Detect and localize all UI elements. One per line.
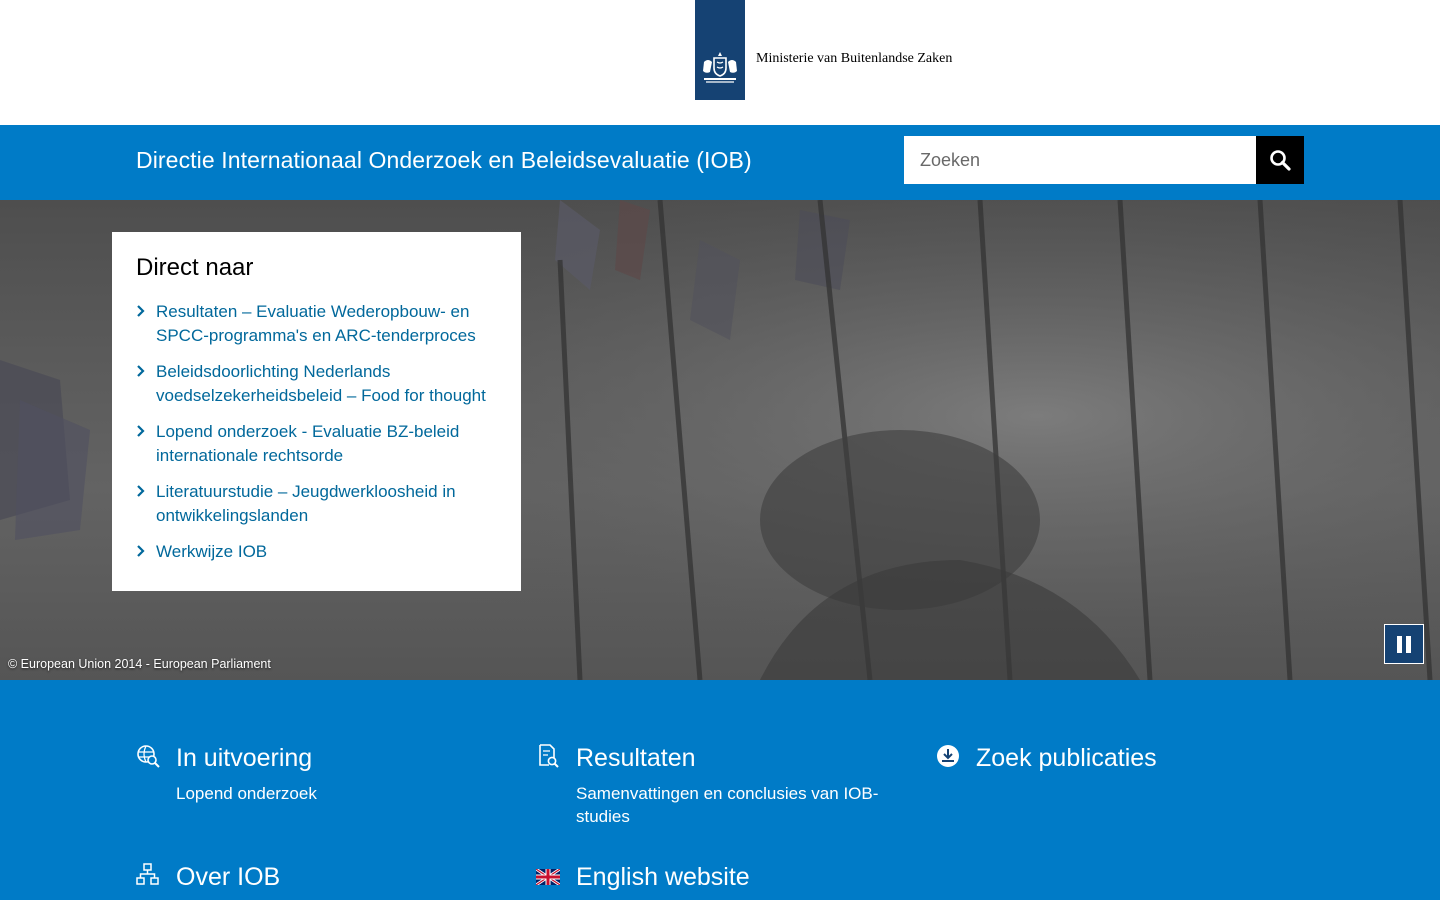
document-search-icon	[539, 744, 559, 768]
tile-desc: Lopend onderzoek	[176, 784, 317, 803]
link-line: ontwikkelingslanden	[156, 506, 309, 525]
direct-naar-list: Resultaten – Evaluatie Wederopbouw- en S…	[136, 300, 497, 564]
direct-link-food-for-thought[interactable]: Beleidsdoorlichting Nederlands voedselze…	[156, 360, 497, 408]
link-line: SPCC-programma's en ARC-tenderproces	[156, 326, 476, 345]
tile-title-over-iob[interactable]: Over IOB	[176, 863, 280, 892]
direct-link-rechtsorde[interactable]: Lopend onderzoek - Evaluatie BZ-beleid i…	[156, 420, 497, 468]
ministry-name: Ministerie van Buitenlandse Zaken	[756, 51, 953, 66]
link-line: Resultaten – Evaluatie Wederopbouw- en	[156, 302, 470, 321]
link-line: internationale rechtsorde	[156, 446, 344, 465]
globe-search-icon	[137, 745, 160, 768]
list-item: Lopend onderzoek - Evaluatie BZ-beleid i…	[136, 420, 497, 468]
tile-title-resultaten[interactable]: Resultaten	[576, 744, 696, 773]
direct-naar-title: Direct naar	[136, 254, 254, 281]
link-line: Literatuurstudie – Jeugdwerkloosheid in	[156, 482, 456, 501]
tile-title-in-uitvoering[interactable]: In uitvoering	[176, 744, 312, 773]
direct-link-werkwijze-iob[interactable]: Werkwijze IOB	[156, 540, 497, 564]
tile-desc: Samenvattingen en conclusies van IOB-stu…	[576, 784, 879, 826]
list-item: Beleidsdoorlichting Nederlands voedselze…	[136, 360, 497, 408]
site-title[interactable]: Directie Internationaal Onderzoek en Bel…	[136, 147, 752, 174]
coat-of-arms-icon	[703, 52, 737, 83]
search-input[interactable]	[904, 136, 1256, 184]
chevron-right-icon	[137, 365, 145, 377]
link-line: Lopend onderzoek - Evaluatie BZ-beleid	[156, 422, 460, 441]
direct-naar-panel: Direct naar Resultaten – Evaluatie Weder…	[112, 232, 521, 591]
chevron-right-icon	[137, 485, 145, 497]
pause-button[interactable]	[1384, 624, 1424, 664]
list-item: Literatuurstudie – Jeugdwerkloosheid in …	[136, 480, 497, 528]
coat-of-arms-logo[interactable]	[695, 0, 745, 100]
direct-link-jeugdwerkloosheid[interactable]: Literatuurstudie – Jeugdwerkloosheid in …	[156, 480, 497, 528]
search-icon	[1270, 150, 1291, 171]
uk-flag-icon	[536, 869, 560, 885]
tile-title-zoek-publicaties[interactable]: Zoek publicaties	[976, 744, 1157, 773]
list-item: Resultaten – Evaluatie Wederopbouw- en S…	[136, 300, 497, 348]
chevron-right-icon	[137, 425, 145, 437]
organisation-icon	[136, 863, 159, 885]
quick-links-section: In uitvoering Lopend onderzoek Resultate…	[0, 680, 1440, 900]
chevron-right-icon	[137, 545, 145, 557]
logo-bar: Ministerie van Buitenlandse Zaken	[0, 0, 1440, 125]
direct-link-resultaten-wederopbouw[interactable]: Resultaten – Evaluatie Wederopbouw- en S…	[156, 300, 497, 348]
hero-image: Direct naar Resultaten – Evaluatie Weder…	[0, 200, 1440, 680]
link-line: Beleidsdoorlichting Nederlands	[156, 362, 391, 381]
link-line: voedselzekerheidsbeleid – Food for thoug…	[156, 386, 486, 405]
chevron-right-icon	[137, 305, 145, 317]
photo-credit: © European Union 2014 - European Parliam…	[8, 657, 271, 671]
link-line: Werkwijze IOB	[156, 542, 268, 561]
download-icon	[937, 745, 959, 767]
tile-title-english-website[interactable]: English website	[576, 863, 750, 892]
list-item: Werkwijze IOB	[136, 540, 497, 564]
search-button[interactable]	[1256, 136, 1304, 184]
site-header: Directie Internationaal Onderzoek en Bel…	[0, 125, 1440, 200]
